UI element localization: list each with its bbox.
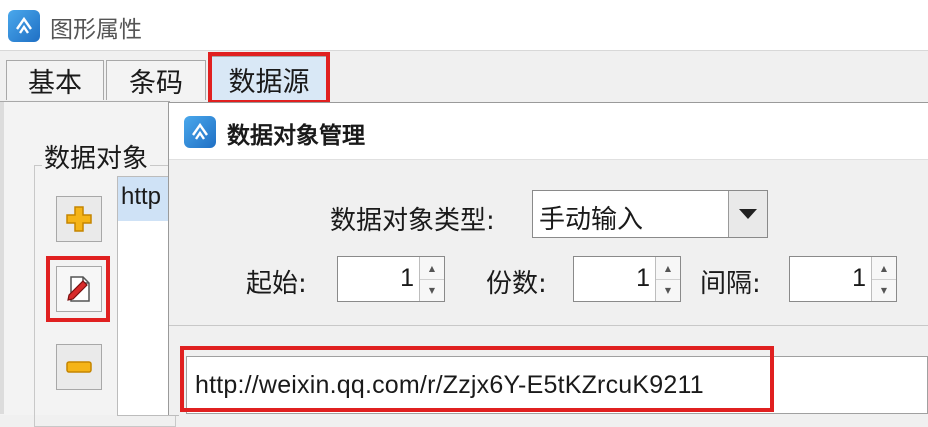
content-input[interactable]: http://weixin.qq.com/r/Zzjx6Y-E5tKZrcuK9…	[186, 356, 928, 414]
edit-pencil-icon	[67, 276, 90, 302]
object-type-select[interactable]: 手动输入	[532, 190, 768, 238]
window-title: 图形属性	[50, 17, 142, 43]
copies-label: 份数:	[486, 269, 547, 299]
list-item[interactable]: http	[121, 183, 161, 211]
data-object-group-label: 数据对象	[42, 138, 151, 175]
decrement-icon[interactable]: ▼	[872, 279, 896, 301]
object-type-value: 手动输入	[539, 205, 644, 235]
copies-value[interactable]: 1	[636, 264, 650, 293]
spinner-arrows: ▲ ▼	[871, 257, 896, 301]
tab-basic[interactable]: 基本	[6, 60, 104, 100]
minus-icon	[66, 361, 92, 373]
increment-icon[interactable]: ▲	[656, 257, 680, 280]
decrement-icon[interactable]: ▼	[656, 279, 680, 301]
start-value[interactable]: 1	[400, 264, 414, 293]
start-spinner[interactable]: 1 ▲ ▼	[337, 256, 445, 302]
edit-button[interactable]	[56, 266, 102, 312]
increment-icon[interactable]: ▲	[872, 257, 896, 280]
add-button[interactable]	[56, 196, 102, 242]
dropdown-button[interactable]	[728, 191, 767, 237]
spinner-arrows: ▲ ▼	[419, 257, 444, 301]
plus-icon	[66, 206, 92, 232]
window-title-bar: 图形属性	[0, 0, 928, 51]
dialog-title-bar: 数据对象管理	[169, 103, 928, 160]
interval-value[interactable]: 1	[852, 264, 866, 293]
tab-datasource[interactable]: 数据源	[210, 56, 328, 102]
tab-barcode[interactable]: 条码	[106, 60, 206, 100]
remove-button[interactable]	[56, 344, 102, 390]
app-logo-icon	[8, 10, 40, 42]
increment-icon[interactable]: ▲	[420, 257, 444, 280]
dialog-separator	[169, 325, 928, 326]
start-label: 起始:	[246, 269, 307, 299]
dialog-title: 数据对象管理	[227, 123, 365, 149]
interval-label: 间隔:	[700, 269, 761, 299]
triangle-down-icon	[739, 209, 757, 219]
decrement-icon[interactable]: ▼	[420, 279, 444, 301]
panel-edge	[0, 102, 4, 414]
object-type-label: 数据对象类型:	[330, 206, 495, 236]
app-logo-icon	[184, 116, 216, 148]
interval-spinner[interactable]: 1 ▲ ▼	[789, 256, 897, 302]
copies-spinner[interactable]: 1 ▲ ▼	[573, 256, 681, 302]
content-value[interactable]: http://weixin.qq.com/r/Zzjx6Y-E5tKZrcuK9…	[195, 371, 704, 400]
spinner-arrows: ▲ ▼	[655, 257, 680, 301]
